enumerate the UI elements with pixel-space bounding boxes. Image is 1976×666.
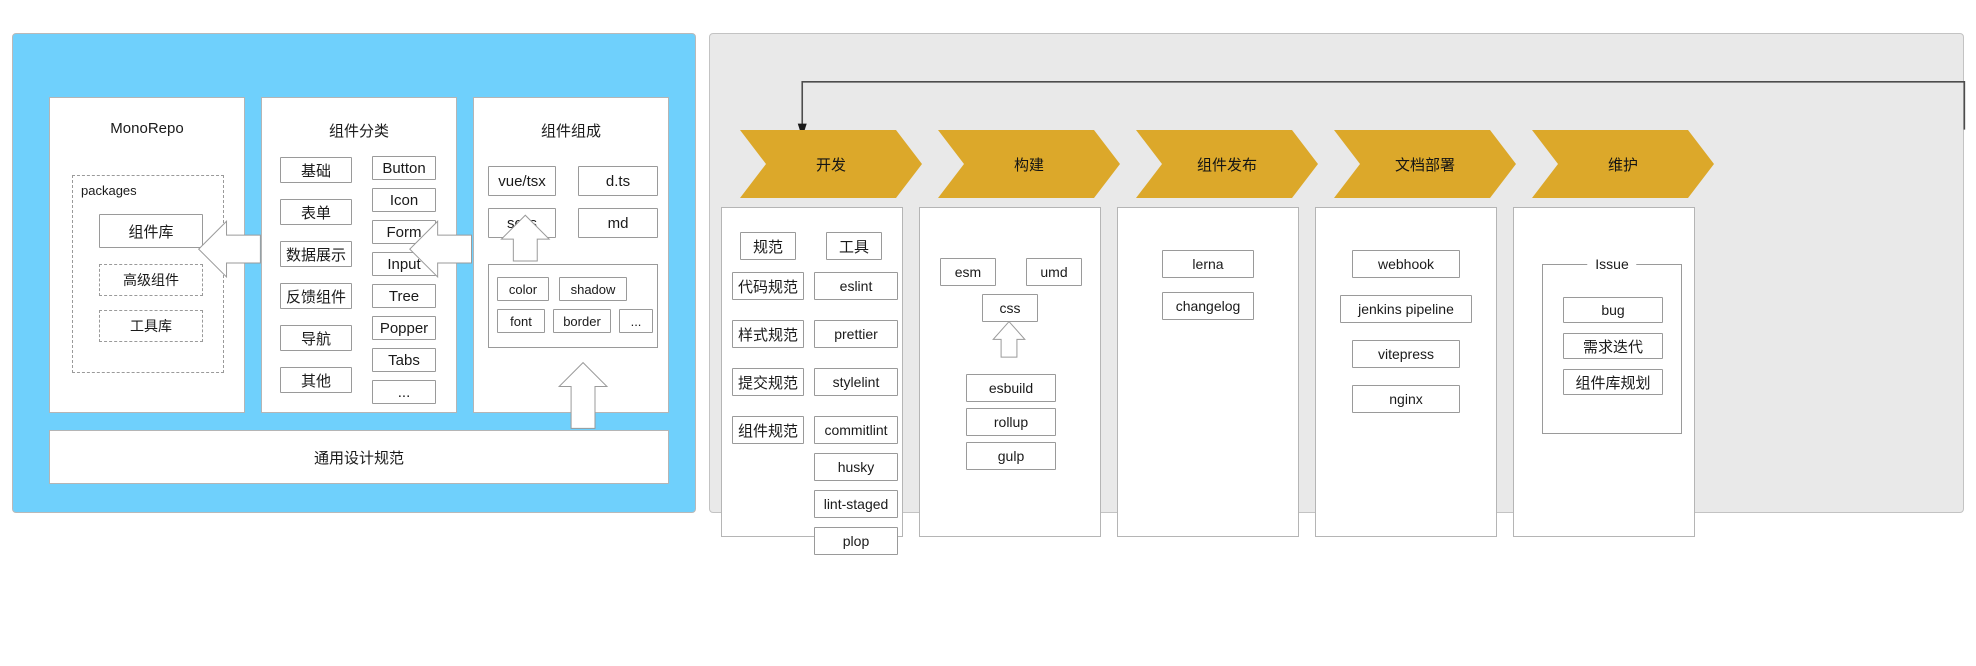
chip-component-form[interactable]: Form — [372, 220, 436, 244]
stage-chevron-develop[interactable]: 开发 — [740, 130, 922, 198]
chip-docs-nginx[interactable]: nginx — [1352, 385, 1460, 413]
stage-chevron-publish[interactable]: 组件发布 — [1136, 130, 1318, 198]
chip-tool-husky[interactable]: husky — [814, 453, 898, 481]
chip-component-tabs[interactable]: Tabs — [372, 348, 436, 372]
component-composition-column: 组件组成 vue/tsx d.ts scss md color shadow f… — [473, 97, 669, 413]
packages-group: packages 组件库 高级组件 工具库 — [72, 175, 224, 373]
chip-token-shadow[interactable]: shadow — [559, 277, 627, 301]
chip-docs-jenkins-pipeline[interactable]: jenkins pipeline — [1340, 295, 1472, 323]
chip-file-scss[interactable]: scss — [488, 208, 556, 238]
chip-category-feedback[interactable]: 反馈组件 — [280, 283, 352, 309]
stage-column-maintain: Issue bug 需求迭代 组件库规划 — [1513, 207, 1695, 537]
chip-issue-bug[interactable]: bug — [1563, 297, 1663, 323]
chip-category-basic[interactable]: 基础 — [280, 157, 352, 183]
chip-tool-commitlint[interactable]: commitlint — [814, 416, 898, 444]
chip-docs-vitepress[interactable]: vitepress — [1352, 340, 1460, 368]
chip-token-font[interactable]: font — [497, 309, 545, 333]
chip-tool-eslint[interactable]: eslint — [814, 272, 898, 300]
chip-spec-heading[interactable]: 规范 — [740, 232, 796, 260]
chip-spec-component[interactable]: 组件规范 — [732, 416, 804, 444]
stage-chevron-build[interactable]: 构建 — [938, 130, 1120, 198]
chip-component-library[interactable]: 组件库 — [99, 214, 203, 248]
chip-output-esm[interactable]: esm — [940, 258, 996, 286]
issue-group: Issue bug 需求迭代 组件库规划 — [1542, 256, 1682, 434]
chip-category-other[interactable]: 其他 — [280, 367, 352, 393]
component-category-column: 组件分类 基础 表单 数据展示 反馈组件 导航 其他 Button Icon F… — [261, 97, 457, 413]
stage-column-develop: 规范 代码规范 样式规范 提交规范 组件规范 工具 eslint prettie… — [721, 207, 903, 555]
chip-component-input[interactable]: Input — [372, 252, 436, 276]
issue-group-title: Issue — [1587, 256, 1637, 272]
chip-token-color[interactable]: color — [497, 277, 549, 301]
chip-publish-changelog[interactable]: changelog — [1162, 292, 1254, 320]
chip-tool-prettier[interactable]: prettier — [814, 320, 898, 348]
component-composition-title: 组件组成 — [540, 123, 601, 140]
chip-tool-lint-staged[interactable]: lint-staged — [814, 490, 898, 518]
chip-file-dts[interactable]: d.ts — [578, 166, 658, 196]
diagram-canvas: MonoRepo packages 组件库 高级组件 工具库 组件分类 基础 表… — [0, 0, 1976, 666]
chip-spec-commit[interactable]: 提交规范 — [732, 368, 804, 396]
chip-publish-lerna[interactable]: lerna — [1162, 250, 1254, 278]
chip-output-css[interactable]: css — [982, 294, 1038, 322]
chip-docs-webhook[interactable]: webhook — [1352, 250, 1460, 278]
chip-component-icon[interactable]: Icon — [372, 188, 436, 212]
chip-component-tree[interactable]: Tree — [372, 284, 436, 308]
workflow-pipeline-panel: 开发 构建 组件发布 文档部署 维护 规范 代码规范 样式规范 提交规范 组件规… — [709, 33, 1966, 555]
chip-advanced-components[interactable]: 高级组件 — [99, 264, 203, 296]
chip-spec-code[interactable]: 代码规范 — [732, 272, 804, 300]
stage-chevron-maintain[interactable]: 维护 — [1532, 130, 1714, 198]
stage-column-docs: webhook jenkins pipeline vitepress nginx — [1315, 207, 1497, 537]
stage-column-build: esm umd css esbuild rollup gulp — [919, 207, 1101, 537]
chip-category-form[interactable]: 表单 — [280, 199, 352, 225]
chip-token-border[interactable]: border — [553, 309, 611, 333]
chip-file-md[interactable]: md — [578, 208, 658, 238]
design-token-group: color shadow font border ... — [488, 264, 658, 348]
chip-issue-roadmap[interactable]: 组件库规划 — [1563, 369, 1663, 395]
chip-builder-esbuild[interactable]: esbuild — [966, 374, 1056, 402]
monorepo-title: MonoRepo — [110, 120, 184, 137]
chip-issue-iteration[interactable]: 需求迭代 — [1563, 333, 1663, 359]
chip-component-more[interactable]: ... — [372, 380, 436, 404]
chip-builder-rollup[interactable]: rollup — [966, 408, 1056, 436]
packages-label: packages — [81, 183, 137, 198]
chip-builder-gulp[interactable]: gulp — [966, 442, 1056, 470]
design-spec-bar: 通用设计规范 — [49, 430, 669, 484]
chip-category-data[interactable]: 数据展示 — [280, 241, 352, 267]
chip-spec-style[interactable]: 样式规范 — [732, 320, 804, 348]
chip-output-umd[interactable]: umd — [1026, 258, 1082, 286]
monorepo-column: MonoRepo packages 组件库 高级组件 工具库 — [49, 97, 245, 413]
chip-component-popper[interactable]: Popper — [372, 316, 436, 340]
chip-tool-stylelint[interactable]: stylelint — [814, 368, 898, 396]
chip-component-button[interactable]: Button — [372, 156, 436, 180]
chip-tool-heading[interactable]: 工具 — [826, 232, 882, 260]
component-category-title: 组件分类 — [328, 123, 389, 140]
component-library-architecture-panel: MonoRepo packages 组件库 高级组件 工具库 组件分类 基础 表… — [12, 33, 696, 513]
chip-utility-library[interactable]: 工具库 — [99, 310, 203, 342]
stage-column-publish: lerna changelog — [1117, 207, 1299, 537]
chip-token-more[interactable]: ... — [619, 309, 653, 333]
stage-chevron-docs[interactable]: 文档部署 — [1334, 130, 1516, 198]
chip-category-nav[interactable]: 导航 — [280, 325, 352, 351]
chip-file-vue-tsx[interactable]: vue/tsx — [488, 166, 556, 196]
chip-tool-plop[interactable]: plop — [814, 527, 898, 555]
